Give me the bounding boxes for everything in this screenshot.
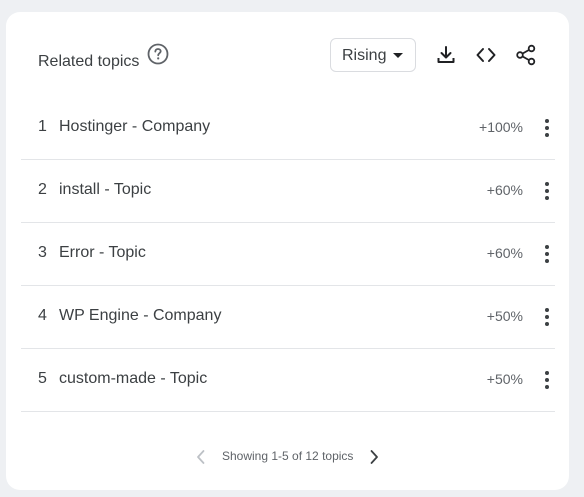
- more-vert-icon[interactable]: [543, 116, 551, 140]
- pagination-status: Showing 1-5 of 12 topics: [222, 449, 354, 463]
- item-rank: 1: [38, 118, 47, 135]
- more-vert-icon[interactable]: [543, 305, 551, 329]
- item-rank: 3: [38, 244, 47, 261]
- chevron-left-icon[interactable]: [193, 447, 209, 467]
- item-topic-link[interactable]: WP Engine - Company: [59, 307, 221, 325]
- more-vert-icon[interactable]: [543, 368, 551, 392]
- topics-list: 1 Hostinger - Company +100% 2 install - …: [21, 97, 555, 412]
- caret-down-icon: [393, 53, 403, 58]
- item-value: +60%: [486, 245, 523, 261]
- chevron-right-icon[interactable]: [366, 447, 382, 467]
- more-vert-icon[interactable]: [543, 242, 551, 266]
- item-topic-link[interactable]: Hostinger - Company: [59, 118, 210, 136]
- help-circle-icon[interactable]: [147, 43, 169, 65]
- item-topic-link[interactable]: install - Topic: [59, 181, 151, 199]
- list-item: 4 WP Engine - Company +50%: [21, 286, 555, 349]
- metric-dropdown[interactable]: Rising: [330, 38, 416, 72]
- pagination: Showing 1-5 of 12 topics: [6, 447, 569, 467]
- item-rank: 5: [38, 370, 47, 387]
- item-value: +50%: [486, 371, 523, 387]
- embed-code-icon[interactable]: [474, 43, 498, 67]
- item-value: +100%: [479, 119, 523, 135]
- list-item: 3 Error - Topic +60%: [21, 223, 555, 286]
- list-item: 5 custom-made - Topic +50%: [21, 349, 555, 412]
- item-rank: 4: [38, 307, 47, 324]
- item-value: +60%: [486, 182, 523, 198]
- download-icon[interactable]: [434, 43, 458, 67]
- item-topic-link[interactable]: Error - Topic: [59, 244, 146, 262]
- card-title: Related topics: [38, 53, 140, 70]
- dropdown-selected-value: Rising: [342, 47, 387, 64]
- list-item: 2 install - Topic +60%: [21, 160, 555, 223]
- share-icon[interactable]: [514, 43, 538, 67]
- more-vert-icon[interactable]: [543, 179, 551, 203]
- item-value: +50%: [486, 308, 523, 324]
- item-rank: 2: [38, 181, 47, 198]
- related-topics-card: Related topics Rising 1 Hostinger - Comp…: [6, 12, 569, 490]
- item-topic-link[interactable]: custom-made - Topic: [59, 370, 207, 388]
- list-item: 1 Hostinger - Company +100%: [21, 97, 555, 160]
